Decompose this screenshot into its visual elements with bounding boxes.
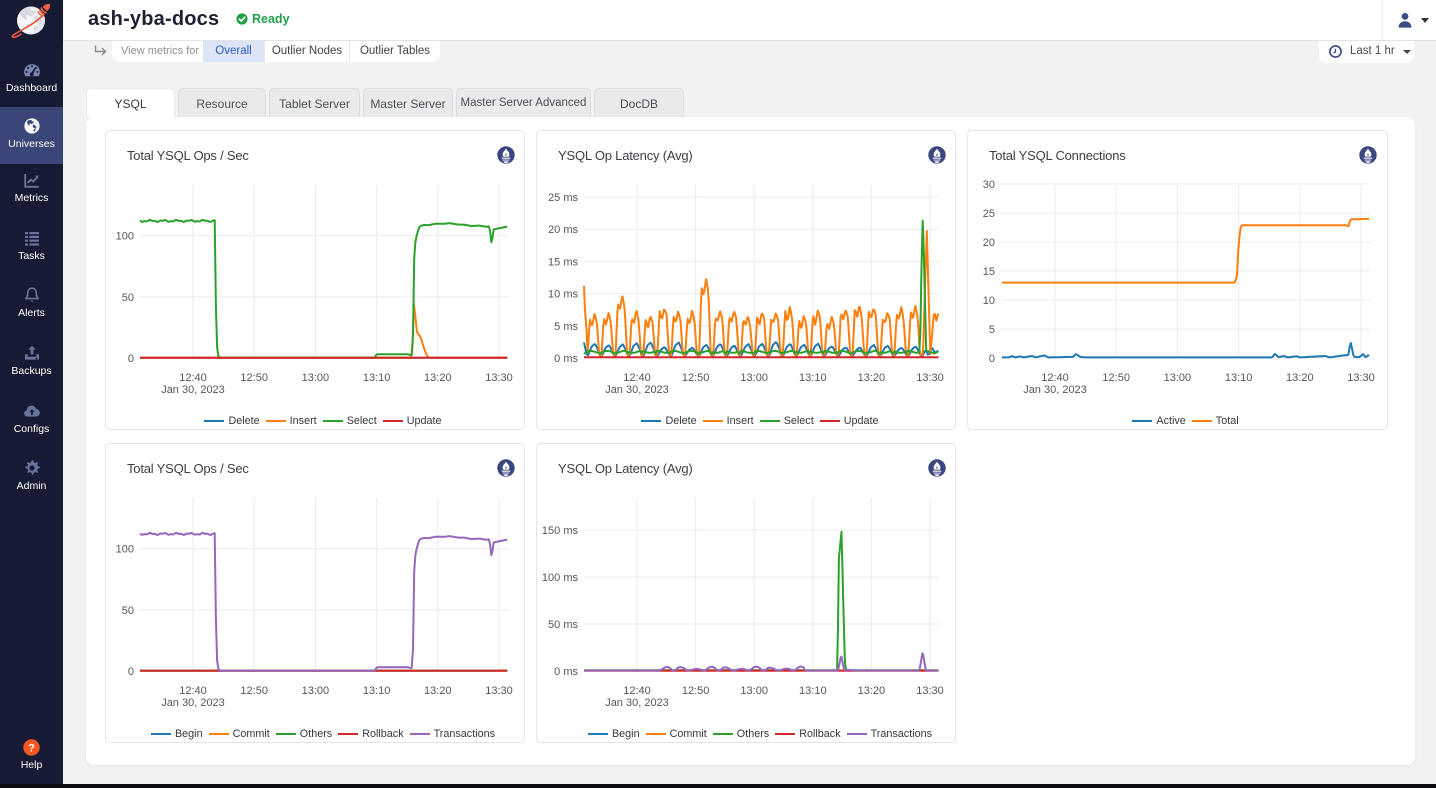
svg-text:13:30: 13:30 xyxy=(916,685,944,697)
svg-text:13:20: 13:20 xyxy=(424,372,452,384)
svg-text:0 ms: 0 ms xyxy=(554,353,578,365)
svg-text:Jan 30, 2023: Jan 30, 2023 xyxy=(1023,384,1087,396)
svg-text:13:00: 13:00 xyxy=(740,685,768,697)
svg-text:12:50: 12:50 xyxy=(240,372,268,384)
svg-text:0: 0 xyxy=(128,353,134,365)
svg-text:150 ms: 150 ms xyxy=(542,525,579,537)
svg-text:50: 50 xyxy=(122,292,134,304)
svg-text:25 ms: 25 ms xyxy=(548,192,578,204)
svg-text:50 ms: 50 ms xyxy=(548,619,578,631)
svg-text:12:40: 12:40 xyxy=(1041,372,1069,384)
svg-text:12:50: 12:50 xyxy=(240,685,268,697)
svg-text:20: 20 xyxy=(983,237,995,249)
svg-text:100 ms: 100 ms xyxy=(542,572,579,584)
svg-text:13:20: 13:20 xyxy=(858,372,886,384)
svg-text:13:00: 13:00 xyxy=(1164,372,1192,384)
svg-text:10: 10 xyxy=(983,295,995,307)
svg-text:12:40: 12:40 xyxy=(623,685,651,697)
svg-text:13:10: 13:10 xyxy=(799,685,827,697)
svg-text:13:00: 13:00 xyxy=(740,372,768,384)
svg-text:13:10: 13:10 xyxy=(1225,372,1253,384)
svg-text:13:10: 13:10 xyxy=(363,372,391,384)
svg-text:13:30: 13:30 xyxy=(1347,372,1375,384)
svg-text:15 ms: 15 ms xyxy=(548,256,578,268)
svg-text:12:50: 12:50 xyxy=(1102,372,1130,384)
svg-text:12:50: 12:50 xyxy=(682,685,710,697)
svg-text:10 ms: 10 ms xyxy=(548,289,578,301)
svg-text:13:20: 13:20 xyxy=(1286,372,1314,384)
svg-text:Jan 30, 2023: Jan 30, 2023 xyxy=(161,697,225,709)
svg-text:100: 100 xyxy=(116,231,134,243)
svg-text:50: 50 xyxy=(122,605,134,617)
svg-text:13:10: 13:10 xyxy=(363,685,391,697)
svg-text:Jan 30, 2023: Jan 30, 2023 xyxy=(161,384,225,396)
svg-text:13:30: 13:30 xyxy=(485,685,513,697)
svg-text:13:30: 13:30 xyxy=(916,372,944,384)
svg-text:13:20: 13:20 xyxy=(424,685,452,697)
svg-text:Jan 30, 2023: Jan 30, 2023 xyxy=(605,697,669,709)
svg-text:0: 0 xyxy=(128,666,134,678)
svg-text:13:10: 13:10 xyxy=(799,372,827,384)
svg-text:30: 30 xyxy=(983,179,995,191)
svg-text:0 ms: 0 ms xyxy=(554,666,578,678)
svg-text:100: 100 xyxy=(116,544,134,556)
svg-text:13:30: 13:30 xyxy=(485,372,513,384)
svg-text:Jan 30, 2023: Jan 30, 2023 xyxy=(605,384,669,396)
svg-text:13:00: 13:00 xyxy=(302,685,330,697)
svg-text:0: 0 xyxy=(989,353,995,365)
svg-text:13:00: 13:00 xyxy=(302,372,330,384)
svg-text:12:40: 12:40 xyxy=(179,685,207,697)
svg-text:5: 5 xyxy=(989,324,995,336)
svg-text:20 ms: 20 ms xyxy=(548,224,578,236)
svg-text:12:40: 12:40 xyxy=(623,372,651,384)
svg-text:?: ? xyxy=(28,742,35,754)
svg-text:25: 25 xyxy=(983,208,995,220)
svg-text:5 ms: 5 ms xyxy=(554,321,578,333)
svg-text:13:20: 13:20 xyxy=(858,685,886,697)
svg-text:12:40: 12:40 xyxy=(179,372,207,384)
svg-text:15: 15 xyxy=(983,266,995,278)
svg-text:12:50: 12:50 xyxy=(682,372,710,384)
